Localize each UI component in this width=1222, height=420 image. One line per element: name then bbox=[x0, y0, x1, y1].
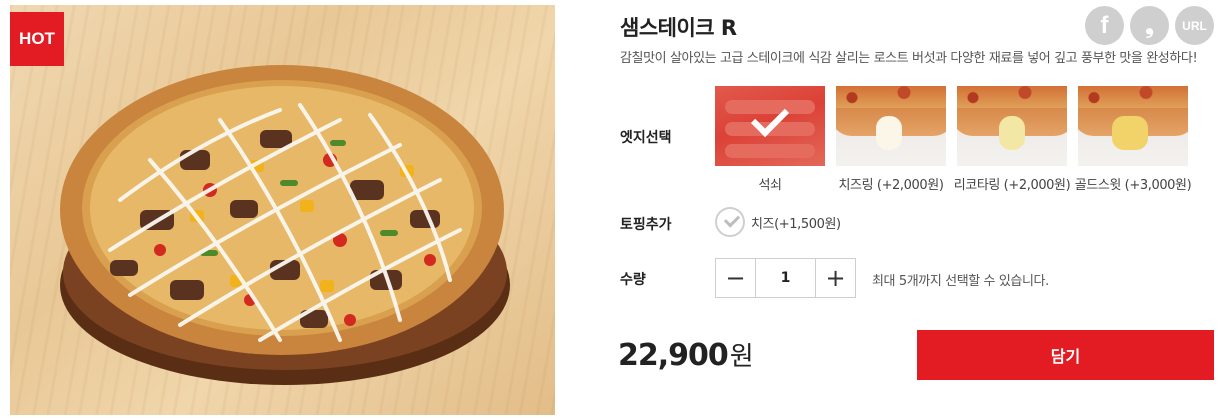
url-copy-icon[interactable]: URL bbox=[1175, 6, 1214, 45]
edge-option-label: 치즈링 (+2,000원) bbox=[838, 178, 944, 193]
product-title: 샘스테이크 R bbox=[620, 16, 737, 40]
topping-option-label: 치즈(+1,500원) bbox=[751, 216, 841, 232]
quantity-note: 최대 5개까지 선택할 수 있습니다. bbox=[872, 274, 1049, 289]
kakaostory-icon[interactable]: ❟ bbox=[1130, 6, 1169, 45]
quantity-value[interactable]: 1 bbox=[755, 259, 816, 297]
price-amount: 22,900 bbox=[618, 338, 729, 373]
edge-thumb-grill bbox=[715, 86, 825, 166]
facebook-icon[interactable]: f bbox=[1085, 6, 1124, 45]
edge-options: 석쇠 치즈링 (+2,000원) 리코타링 (+2,000원) 골드스윗 (+3… bbox=[715, 86, 1192, 193]
edge-thumb-ricotta-ring bbox=[957, 86, 1067, 166]
edge-thumb-gold-sweet bbox=[1078, 86, 1188, 166]
price-unit: 원 bbox=[729, 342, 754, 372]
price: 22,900 원 bbox=[618, 336, 754, 373]
pizza-illustration bbox=[60, 65, 510, 385]
edge-option-label: 리코타링 (+2,000원) bbox=[953, 178, 1071, 193]
share-buttons: f ❟ URL bbox=[1085, 6, 1214, 45]
decrease-button[interactable]: − bbox=[716, 259, 755, 297]
product-image: HOT bbox=[10, 5, 555, 415]
edge-option-grill[interactable]: 석쇠 bbox=[715, 86, 825, 193]
quantity-stepper: − 1 + bbox=[715, 258, 856, 298]
check-circle-icon[interactable] bbox=[715, 207, 745, 237]
add-to-cart-button[interactable]: 담기 bbox=[917, 330, 1214, 380]
edge-option-label: 석쇠 bbox=[758, 178, 782, 193]
quantity-label: 수량 bbox=[620, 272, 646, 288]
topping-label: 토핑추가 bbox=[620, 217, 672, 233]
edge-option-ricotta-ring[interactable]: 리코타링 (+2,000원) bbox=[954, 86, 1071, 193]
increase-button[interactable]: + bbox=[816, 259, 855, 297]
edge-thumb-cheese-ring bbox=[836, 86, 946, 166]
hot-badge: HOT bbox=[10, 12, 64, 66]
topping-cheese-option[interactable]: 치즈(+1,500원) bbox=[715, 207, 841, 237]
product-description: 감칠맛이 살아있는 고급 스테이크에 식감 살리는 로스트 버섯과 다양한 재료… bbox=[620, 51, 1198, 66]
edge-option-cheese-ring[interactable]: 치즈링 (+2,000원) bbox=[836, 86, 946, 193]
edge-option-label: 골드스윗 (+3,000원) bbox=[1074, 178, 1192, 193]
edge-option-gold-sweet[interactable]: 골드스윗 (+3,000원) bbox=[1075, 86, 1192, 193]
edge-label: 엣지선택 bbox=[620, 130, 672, 146]
